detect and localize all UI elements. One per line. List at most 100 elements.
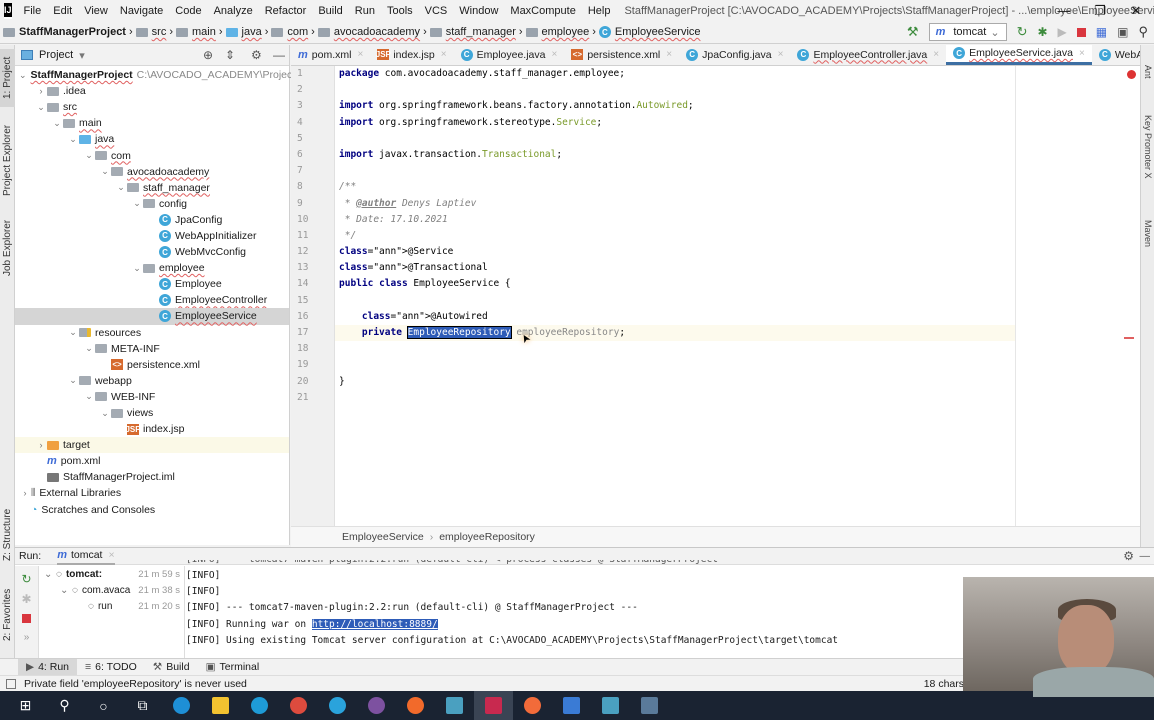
menu-code[interactable]: Code [169, 5, 207, 17]
tab-employee-java[interactable]: C Employee.java × [454, 45, 565, 65]
taskbar-search-icon[interactable]: ⚲ [45, 691, 84, 720]
breadcrumb-item[interactable]: C EmployeeService [596, 26, 704, 38]
tool-window-ant[interactable]: Ant [1141, 65, 1154, 95]
bottom-tab-build[interactable]: ⚒ Build [145, 659, 198, 676]
chevron-right-icon[interactable]: › [35, 86, 47, 96]
tree-item-config[interactable]: ⌄ config [15, 196, 289, 212]
menu-vcs[interactable]: VCS [419, 5, 454, 17]
code-line[interactable]: private EmployeeRepository employeeRepos… [335, 325, 1015, 342]
gear-icon[interactable]: ⚙ [251, 48, 262, 62]
taskbar-telegram-icon[interactable] [318, 691, 357, 720]
chevron-down-icon[interactable]: ⌄ [83, 391, 95, 402]
console-output[interactable]: [INFO] --- tomcat7-maven-plugin:2.2:run … [186, 560, 986, 649]
stop-icon[interactable] [1076, 27, 1086, 37]
code-line[interactable]: import org.springframework.beans.factory… [335, 98, 1015, 114]
taskbar-app-network-2-icon[interactable] [591, 691, 630, 720]
code-line[interactable] [335, 390, 1015, 406]
code-line[interactable] [335, 163, 1015, 179]
tree-item-staffmanagerproject-iml[interactable]: StaffManagerProject.iml [15, 469, 289, 485]
build-hammer-icon[interactable]: ⚒ [907, 24, 919, 40]
tree-item-com[interactable]: ⌄ com [15, 147, 289, 163]
close-tab-icon[interactable]: × [1079, 48, 1085, 59]
close-tab-icon[interactable]: × [933, 49, 939, 60]
tree-item-avocadoacademy[interactable]: ⌄ avocadoacademy [15, 164, 289, 180]
code-line[interactable]: class="ann">@Autowired [335, 309, 1015, 325]
taskbar-explorer-icon[interactable] [201, 691, 240, 720]
tree-item-webmvcconfig[interactable]: C WebMvcConfig [15, 244, 289, 260]
chevron-down-icon[interactable]: ▾ [79, 49, 85, 62]
editor-breadcrumb-field[interactable]: employeeRepository [439, 531, 535, 543]
code-line[interactable]: import javax.transaction.Transactional; [335, 147, 1015, 163]
chevron-down-icon[interactable]: ⌄ [44, 569, 56, 580]
tree-item-index-jsp[interactable]: JSP index.jsp [15, 421, 289, 437]
minimize-button[interactable]: — [1046, 0, 1082, 21]
tab-persistence-xml[interactable]: <> persistence.xml × [564, 45, 679, 65]
rerun-icon[interactable]: ↻ [1017, 24, 1028, 40]
toggle-tool-windows-icon[interactable] [6, 678, 16, 689]
tree-item-src[interactable]: ⌄ src [15, 99, 289, 115]
menu-edit[interactable]: Edit [47, 5, 78, 17]
tree-item-scratches-and-consoles[interactable]: ◔ Scratches and Consoles [15, 502, 289, 518]
tree-item-staff-manager[interactable]: ⌄ staff_manager [15, 180, 289, 196]
run-tree-item[interactable]: ⌄ ◌ tomcat: 21 m 59 s [40, 566, 184, 582]
locate-icon[interactable]: ⊕ [203, 48, 213, 62]
error-indicator-icon[interactable] [1127, 70, 1136, 79]
tree-item-java[interactable]: ⌄ java [15, 131, 289, 147]
taskbar-remote-desktop-icon[interactable] [552, 691, 591, 720]
project-view-select[interactable]: Project [39, 49, 73, 61]
code-line[interactable]: class="ann">@Transactional [335, 260, 1015, 276]
chevron-down-icon[interactable]: ⌄ [83, 150, 95, 161]
menu-view[interactable]: View [78, 5, 114, 17]
breadcrumb-item[interactable]: employee [523, 26, 593, 38]
chevron-down-icon[interactable]: ⌄ [35, 102, 47, 113]
tab-webappiniti-[interactable]: CWebAppIniti...× [1092, 45, 1140, 65]
editor-breadcrumb-class[interactable]: EmployeeService [342, 531, 424, 543]
coverage-icon[interactable]: ▶ [1058, 25, 1067, 39]
close-tab-icon[interactable]: × [357, 49, 363, 60]
chevron-down-icon[interactable]: ⌄ [131, 198, 143, 209]
tool-window-favorites[interactable]: 2: Favorites [0, 585, 15, 645]
breadcrumb-item[interactable]: java [223, 26, 265, 38]
menu-run[interactable]: Run [349, 5, 381, 17]
presentation-icon[interactable]: ▣ [1117, 25, 1128, 39]
close-tab-icon[interactable]: × [441, 49, 447, 60]
code-line[interactable]: package com.avocadoacademy.staff_manager… [335, 66, 1015, 82]
debug-icon[interactable]: ✱ [1037, 25, 1047, 39]
tree-item-employee[interactable]: ⌄ employee [15, 260, 289, 276]
breadcrumb-item[interactable]: staff_manager [427, 26, 519, 38]
bottom-tab-4-run[interactable]: ▶ 4: Run [18, 658, 78, 676]
code-line[interactable] [335, 357, 1015, 373]
taskbar-chrome-icon[interactable] [279, 691, 318, 720]
chevron-down-icon[interactable]: ⌄ [83, 343, 95, 354]
gear-icon[interactable]: ⚙ [1123, 549, 1134, 563]
code-line[interactable] [335, 341, 1015, 357]
code-line[interactable] [335, 82, 1015, 98]
code-line[interactable]: public class EmployeeService { [335, 276, 1015, 292]
taskbar-app-network-icon[interactable] [435, 691, 474, 720]
breadcrumb-item[interactable]: com [268, 26, 311, 38]
collapse-all-icon[interactable]: ⇕ [225, 48, 235, 62]
menu-refactor[interactable]: Refactor [259, 5, 313, 17]
tab-pom-xml[interactable]: m pom.xml × [291, 45, 370, 65]
tree-item-employee[interactable]: C Employee [15, 276, 289, 292]
close-tab-icon[interactable]: × [108, 549, 114, 561]
run-tree-item[interactable]: ◌ run 21 m 20 s [40, 598, 184, 614]
hide-icon[interactable]: — [1140, 550, 1151, 562]
menu-build[interactable]: Build [312, 5, 348, 17]
breadcrumb-item[interactable]: StaffManagerProject [0, 26, 129, 38]
code-line[interactable]: /** [335, 179, 1015, 195]
tree-item-pom-xml[interactable]: m pom.xml [15, 453, 289, 469]
more-icon[interactable]: » [15, 632, 38, 643]
run-tree-item[interactable]: ⌄ ◌ com.avaca 21 m 38 s [40, 582, 184, 598]
code-line[interactable]: * Date: 17.10.2021 [335, 212, 1015, 228]
tree-item-employeecontroller[interactable]: C EmployeeController [15, 292, 289, 308]
menu-help[interactable]: Help [582, 5, 617, 17]
taskbar-skype-icon[interactable] [240, 691, 279, 720]
chevron-down-icon[interactable]: ⌄ [19, 70, 27, 81]
close-tab-icon[interactable]: × [551, 49, 557, 60]
tab-employeecontroller-java[interactable]: C EmployeeController.java × [790, 45, 946, 65]
code-line[interactable]: import org.springframework.stereotype.Se… [335, 115, 1015, 131]
tree-item-web-inf[interactable]: ⌄ WEB-INF [15, 389, 289, 405]
taskbar-edge-icon[interactable] [162, 691, 201, 720]
breadcrumb-item[interactable]: main [173, 26, 219, 38]
